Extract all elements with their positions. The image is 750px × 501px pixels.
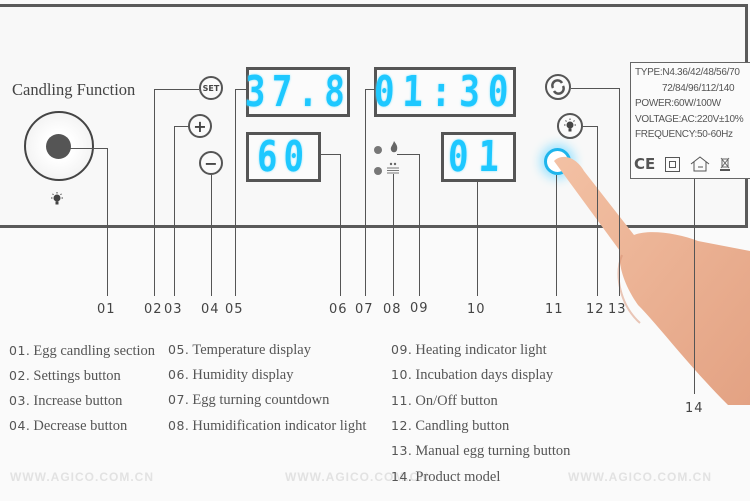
temperature-display: 37.8 bbox=[244, 67, 352, 117]
legend-item: 11. On/Off button bbox=[391, 393, 498, 409]
legend-item: 13. Manual egg turning button bbox=[391, 443, 571, 459]
watermark: WWW.AGICO.COM.CN bbox=[10, 470, 154, 484]
manual-egg-turning-button[interactable] bbox=[545, 74, 571, 100]
candling-button[interactable] bbox=[557, 113, 583, 139]
legend-item: 06. Humidity display bbox=[168, 367, 294, 383]
callout-10: 10 bbox=[467, 302, 486, 317]
legend-item: 14. Product model bbox=[391, 469, 501, 485]
callout-11: 11 bbox=[545, 302, 564, 317]
leader-line-09 bbox=[397, 154, 419, 155]
timer-display: 01:30 bbox=[373, 67, 517, 117]
timer-value: 01:30 bbox=[373, 67, 517, 117]
decrease-button-label: − bbox=[204, 153, 218, 173]
leader-line-01 bbox=[58, 148, 107, 149]
callout-07: 07 bbox=[355, 302, 374, 317]
leader-line-02 bbox=[154, 89, 155, 296]
leader-line-13 bbox=[571, 88, 619, 89]
increase-button[interactable]: + bbox=[188, 114, 212, 138]
legend-item: 07. Egg turning countdown bbox=[168, 392, 330, 408]
humidity-value: 60 bbox=[256, 132, 311, 182]
callout-13: 13 bbox=[608, 302, 627, 317]
leader-line-04 bbox=[211, 175, 212, 296]
legend-item: 10. Incubation days display bbox=[391, 367, 554, 383]
callout-04: 04 bbox=[201, 302, 220, 317]
increase-button-label: + bbox=[193, 116, 207, 136]
leader-line-07 bbox=[365, 89, 366, 296]
spec-type-line1: TYPE:N4.36/42/48/56/70 bbox=[635, 67, 740, 78]
settings-button-label: SET bbox=[202, 83, 220, 93]
settings-button[interactable]: SET bbox=[199, 76, 223, 100]
humidification-indicator-light bbox=[374, 167, 382, 175]
legend-item: 02. Settings button bbox=[9, 368, 121, 384]
leader-line-02 bbox=[154, 89, 199, 90]
legend-item: 04. Decrease button bbox=[9, 418, 128, 434]
leader-line-11 bbox=[556, 175, 557, 296]
legend-item: 01. Egg candling section bbox=[9, 343, 155, 359]
legend-item: 05. Temperature display bbox=[168, 342, 311, 358]
leader-line-10 bbox=[477, 182, 478, 296]
candling-light bbox=[46, 134, 71, 159]
watermark: WWW.AGICO.COM.CN bbox=[568, 470, 712, 484]
lightbulb-icon bbox=[564, 118, 576, 132]
callout-12: 12 bbox=[586, 302, 605, 317]
hand-illustration bbox=[554, 156, 750, 405]
legend-item: 08. Humidification indicator light bbox=[168, 418, 367, 434]
leader-line-06 bbox=[340, 154, 341, 296]
candling-title: Candling Function bbox=[12, 80, 136, 99]
days-display: 01 bbox=[441, 132, 516, 182]
decrease-button[interactable]: − bbox=[199, 151, 223, 175]
leader-line-06 bbox=[321, 154, 340, 155]
spec-frequency: FREQUENCY:50-60Hz bbox=[635, 129, 733, 140]
spec-voltage: VOLTAGE:AC:220V±10% bbox=[635, 113, 744, 125]
legend-item: 12. Candling button bbox=[391, 418, 510, 434]
legend-item: 09. Heating indicator light bbox=[391, 342, 547, 358]
leader-line-03 bbox=[174, 126, 175, 296]
legend-item: 03. Increase button bbox=[9, 393, 123, 409]
days-value: 01 bbox=[447, 132, 510, 182]
humidity-display: 60 bbox=[246, 132, 321, 182]
rotate-icon bbox=[551, 79, 565, 95]
leader-line-12 bbox=[583, 126, 597, 127]
spec-type-line2: 72/84/96/112/140 bbox=[662, 82, 735, 94]
leader-line-03 bbox=[174, 126, 188, 127]
callout-05: 05 bbox=[225, 302, 244, 317]
leader-line-13 bbox=[619, 88, 620, 296]
leader-line-12 bbox=[597, 126, 598, 296]
callout-02: 02 bbox=[144, 302, 163, 317]
lightbulb-icon bbox=[50, 192, 64, 212]
spec-power: POWER:60W/100W bbox=[635, 98, 721, 109]
callout-08: 08 bbox=[383, 302, 402, 317]
leader-line-05 bbox=[235, 89, 246, 90]
callout-09: 09 bbox=[410, 301, 429, 316]
heating-indicator-light bbox=[374, 146, 382, 154]
temperature-value: 37.8 bbox=[244, 67, 352, 117]
leader-line-05 bbox=[235, 89, 236, 296]
leader-line-09 bbox=[419, 154, 420, 296]
leader-line-01 bbox=[107, 148, 108, 296]
callout-14: 14 bbox=[685, 401, 704, 416]
callout-03: 03 bbox=[164, 302, 183, 317]
callout-01: 01 bbox=[97, 302, 116, 317]
leader-line-07 bbox=[365, 89, 374, 90]
leader-line-14 bbox=[694, 179, 695, 394]
leader-line-08 bbox=[393, 174, 394, 296]
callout-06: 06 bbox=[329, 302, 348, 317]
